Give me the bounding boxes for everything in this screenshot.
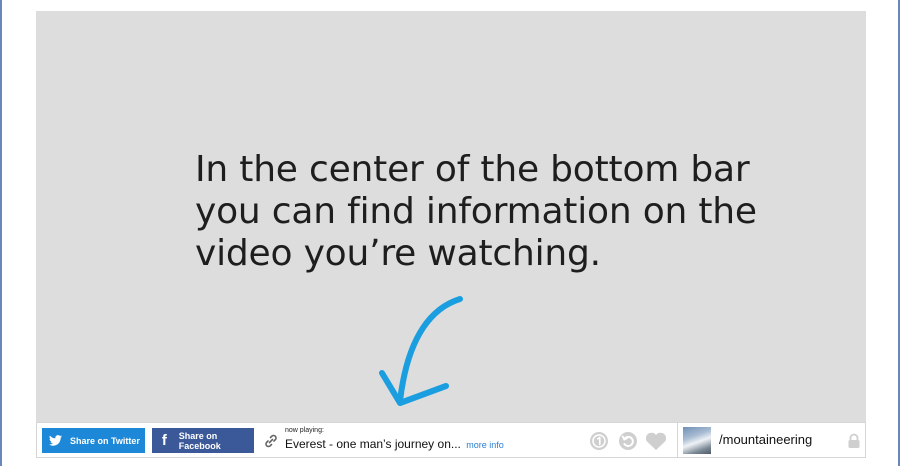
- tutorial-arrow-icon: [379, 296, 463, 406]
- share-facebook-label: Share on Facebook: [178, 430, 221, 451]
- share-twitter-label: Share on Twitter: [70, 435, 140, 446]
- heart-icon[interactable]: [644, 431, 668, 451]
- more-info-link[interactable]: more info: [466, 440, 504, 450]
- replay-icon[interactable]: [618, 431, 638, 451]
- link-icon[interactable]: [263, 433, 279, 449]
- video-title: Everest - one man’s journey on...: [285, 437, 461, 451]
- share-facebook-button[interactable]: f Share on Facebook: [152, 428, 254, 453]
- player-bottom-bar: Share on Twitter f Share on Facebook now…: [36, 422, 866, 458]
- facebook-f-icon: f: [161, 431, 167, 449]
- share-twitter-button[interactable]: Share on Twitter: [42, 428, 145, 453]
- overlay-line: video you’re watching.: [195, 233, 601, 274]
- channel-name[interactable]: /mountaineering: [719, 432, 812, 447]
- lock-icon[interactable]: [847, 433, 861, 449]
- number-one-circle-icon[interactable]: [589, 431, 609, 451]
- twitter-bird-icon: [48, 434, 62, 448]
- tutorial-overlay-text: In the center of the bottom bar you can …: [195, 149, 795, 275]
- bar-divider: [677, 423, 678, 457]
- now-playing-info: now playing: Everest - one man’s journey…: [285, 427, 504, 453]
- video-stage[interactable]: In the center of the bottom bar you can …: [36, 11, 866, 422]
- now-playing-label: now playing:: [285, 427, 324, 434]
- overlay-line: you can find information on the: [195, 191, 757, 232]
- window-border-left: [0, 0, 2, 466]
- overlay-line: In the center of the bottom bar: [195, 149, 750, 190]
- channel-thumbnail[interactable]: [683, 427, 711, 454]
